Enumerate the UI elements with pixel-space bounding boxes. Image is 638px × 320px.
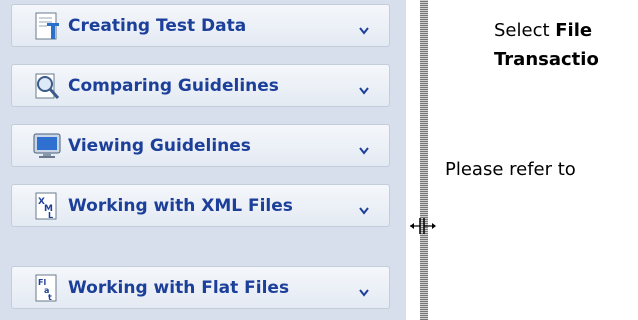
compare-magnifier-icon [32,71,62,101]
chevron-down-icon[interactable] [359,80,369,99]
help-content-pane: Select File Transactio Please refer to [428,0,638,320]
sidebar-item-label: Working with XML Files [68,195,293,216]
sidebar-item-working-with-xml-files[interactable]: X M L Working with XML Files [11,184,390,227]
test-data-icon [32,11,62,41]
file-menu-reference: File [555,20,593,41]
sidebar-item-label: Creating Test Data [68,15,247,36]
transaction-text: Transactio [494,49,599,70]
monitor-icon [32,131,62,161]
svg-text:L: L [48,211,53,220]
sidebar: Creating Test Data Comparing Guidelines [0,0,406,320]
flat-file-icon: Fl a t [32,273,62,303]
chevron-down-icon[interactable] [359,140,369,159]
chevron-down-icon[interactable] [359,282,369,301]
chevron-down-icon[interactable] [359,200,369,219]
svg-text:t: t [48,293,52,302]
sidebar-item-label: Comparing Guidelines [68,75,279,96]
sidebar-item-label: Working with Flat Files [68,277,290,298]
chevron-down-icon[interactable] [359,20,369,39]
instruction-line: Select File [494,20,592,41]
sidebar-item-comparing-guidelines[interactable]: Comparing Guidelines [11,64,390,107]
sidebar-item-label: Viewing Guidelines [68,135,251,156]
sidebar-item-working-with-flat-files[interactable]: Fl a t Working with Flat Files [11,266,390,309]
sidebar-item-creating-test-data[interactable]: Creating Test Data [11,4,390,47]
reference-text: Please refer to [445,159,576,180]
sidebar-item-viewing-guidelines[interactable]: Viewing Guidelines [11,124,390,167]
xml-file-icon: X M L [32,191,62,221]
pane-splitter[interactable] [420,0,428,320]
instruction-text: Select [494,20,550,41]
